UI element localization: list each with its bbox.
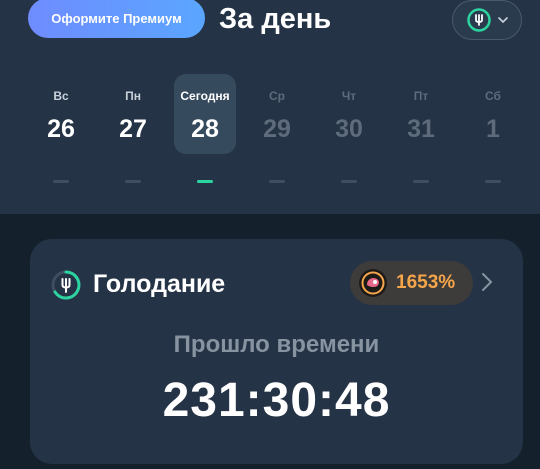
day-indicator <box>269 180 285 183</box>
fork-icon <box>50 269 82 306</box>
day-item-today[interactable]: Сегодня 28 <box>174 74 236 194</box>
chevron-down-icon <box>498 16 508 24</box>
day-date: 29 <box>263 115 291 143</box>
day-item-mon[interactable]: Пн 27 <box>102 74 164 194</box>
day-item-wed[interactable]: Ср 29 <box>246 74 308 194</box>
day-date: 27 <box>119 115 147 143</box>
day-item-sat[interactable]: Сб 1 <box>462 74 524 194</box>
day-name: Сегодня <box>180 89 230 103</box>
day-indicator <box>125 180 141 183</box>
day-date: 28 <box>191 115 219 143</box>
elapsed-label: Прошло времени <box>173 331 380 358</box>
progress-badge[interactable]: 1653% <box>350 261 473 305</box>
day-item-fri[interactable]: Пт 31 <box>390 74 452 194</box>
day-indicator <box>413 180 429 183</box>
day-name: Сб <box>485 89 501 103</box>
day-name: Пт <box>413 89 429 103</box>
fasting-title: Голодание <box>93 270 226 298</box>
day-date: 26 <box>47 115 75 143</box>
page-title: За день <box>219 3 332 35</box>
day-name: Вс <box>53 89 69 103</box>
fasting-card[interactable]: Голодание 1653% Прошло времени 231:30:48 <box>30 239 523 464</box>
day-date: 31 <box>407 115 435 143</box>
day-indicator <box>485 180 501 183</box>
day-item-thu[interactable]: Чт 30 <box>318 74 380 194</box>
day-selector: Вс 26 Пн 27 Сегодня 28 Ср 29 Чт 30 Пт 31 <box>24 74 528 194</box>
chevron-right-icon[interactable] <box>481 272 493 292</box>
plan-selector-button[interactable] <box>452 0 522 40</box>
day-indicator <box>53 180 69 183</box>
elapsed-timer: 231:30:48 <box>162 374 391 427</box>
fork-icon <box>466 7 492 33</box>
premium-button[interactable]: Оформите Премиум <box>28 0 205 38</box>
day-date: 30 <box>335 115 363 143</box>
day-name: Ср <box>269 89 285 103</box>
day-item-sun[interactable]: Вс 26 <box>30 74 92 194</box>
day-indicator <box>197 180 213 183</box>
progress-percent: 1653% <box>396 272 456 293</box>
day-indicator <box>341 180 357 183</box>
day-name: Чт <box>341 89 357 103</box>
top-section: Оформите Премиум За день Вс 26 Пн 27 Сег… <box>0 0 540 214</box>
fat-burn-icon <box>358 268 388 298</box>
day-name: Пн <box>125 89 141 103</box>
day-date: 1 <box>486 115 500 143</box>
